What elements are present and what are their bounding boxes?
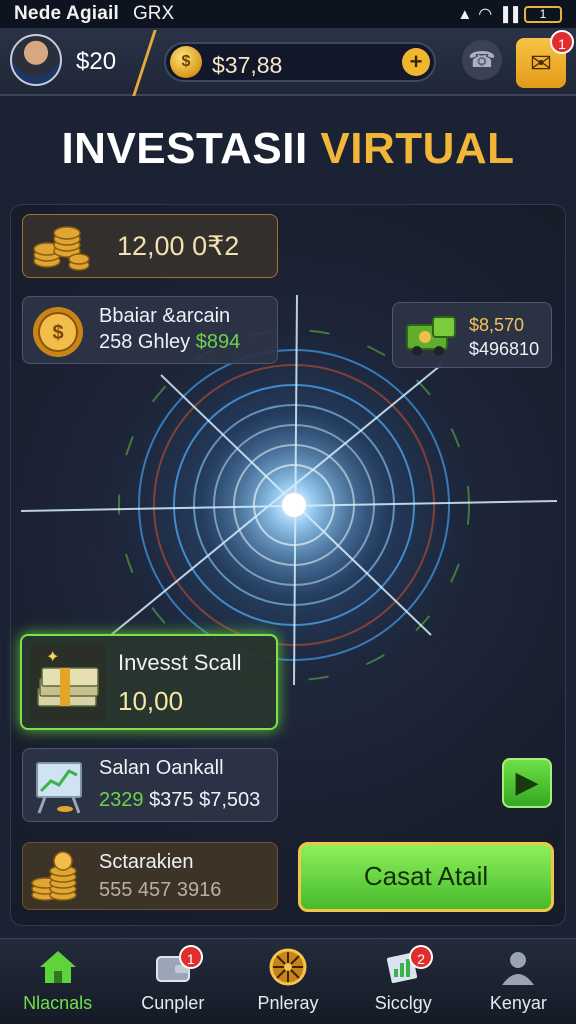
avatar[interactable]	[10, 34, 62, 86]
salary-card[interactable]: Salan Oankall 2329 $375 $7,503	[22, 748, 278, 822]
nav-item-wheel[interactable]: Pnleray	[230, 939, 345, 1024]
tracker-title: Sctarakien	[99, 851, 194, 873]
gold-medal-icon: $	[33, 307, 83, 357]
coins-amount: 12,00 0₹2	[117, 231, 240, 261]
nav-item-profile[interactable]: Kenyar	[461, 939, 576, 1024]
add-coins-button[interactable]: +	[402, 48, 430, 76]
profile-icon	[502, 952, 535, 985]
mail-icon: ✉	[530, 48, 552, 78]
bazaar-value: $894	[195, 331, 241, 353]
truck-value-1: $8,570	[469, 315, 525, 335]
bazaar-details: 258 Ghley $894	[99, 331, 240, 354]
title-part-2: VIRTUAL	[320, 124, 515, 173]
tracker-card[interactable]: Sctarakien 555 457 3916	[22, 842, 278, 910]
cta-button[interactable]: Casat Atail	[298, 842, 554, 912]
nav-label-profile: Kenyar	[489, 993, 547, 1013]
nav-badge-chart: 2	[409, 945, 434, 969]
invest-amount: 10,00	[118, 686, 184, 716]
truck-card[interactable]: $8,570 $496810	[392, 302, 552, 368]
nav-label-wheel: Pnleray	[257, 993, 319, 1013]
network-label: GRX	[132, 3, 175, 24]
nav-badge-wallet: 1	[178, 945, 203, 969]
nav-label-chart: Sicclgy	[374, 993, 432, 1013]
svg-text:$: $	[52, 322, 63, 344]
money-truck-icon	[406, 316, 456, 356]
cash-stack-icon: ✦	[30, 644, 106, 722]
salary-details: 2329 $375 $7,503	[99, 789, 260, 812]
invest-card[interactable]: ✦ Invesst Scall 10,00	[20, 634, 278, 730]
top-bar: $20 $ $37,88 + ☎ ✉ 1	[0, 28, 576, 96]
coins-card[interactable]: 12,00 0₹2	[22, 214, 278, 278]
coin-balance-pill[interactable]: $ $37,88 +	[164, 42, 436, 82]
coin-balance: $37,88	[212, 52, 283, 78]
nav-label-wallet: Cunpler	[141, 993, 205, 1013]
carrier-label: Nede Agiail	[14, 3, 119, 24]
salary-value-a: 2329	[99, 789, 144, 811]
mail-badge: 1	[550, 30, 574, 54]
bazaar-count: 258 Ghley	[99, 331, 191, 353]
gold-coins-icon	[31, 851, 77, 901]
battery-icon: 1	[524, 5, 562, 23]
battery-level: 1	[539, 6, 547, 21]
nav-label-home: Nlacnals	[23, 993, 93, 1013]
chart-monitor-icon	[36, 762, 82, 814]
coin-icon: $	[170, 46, 202, 78]
tracker-value: 555 457 3916	[99, 879, 222, 901]
bottom-nav: Nlacnals 1 Cunpler Pnleray 2 Sicclgy Ken…	[0, 938, 576, 1024]
nav-item-chart[interactable]: 2 Sicclgy	[346, 939, 461, 1024]
salary-title: Salan Oankall	[99, 757, 224, 779]
next-arrow-button[interactable]: ▶	[502, 758, 552, 808]
bazaar-title: Bbaiar &arcain	[99, 305, 231, 327]
wheel-icon	[269, 948, 307, 986]
mail-button[interactable]: ✉ 1	[516, 30, 574, 88]
title-part-1: INVESTASII	[61, 124, 308, 173]
phone-icon[interactable]: ☎	[462, 40, 502, 80]
signal-icon: ▐▐	[498, 6, 518, 22]
bazaar-card[interactable]: $ Bbaiar &arcain 258 Ghley $894	[22, 296, 278, 364]
play-arrow-icon: ▶	[515, 766, 539, 799]
svg-text:✦: ✦	[46, 647, 59, 666]
status-bar: Nede Agiail GRX ▲ ◠ ▐▐ 1	[0, 0, 576, 28]
truck-value-2: $496810	[469, 339, 540, 359]
notification-icon: ▲	[457, 5, 473, 23]
coin-stack-icon	[33, 226, 90, 271]
wifi-icon: ◠	[478, 6, 493, 23]
header-divider	[132, 30, 157, 96]
nav-item-wallet[interactable]: 1 Cunpler	[115, 939, 230, 1024]
home-icon	[39, 951, 76, 983]
salary-value-b: $375 $7,503	[149, 789, 261, 811]
page-title: INVESTASII VIRTUAL	[0, 124, 576, 174]
invest-label: Invesst Scall	[118, 650, 242, 675]
user-balance: $20	[76, 48, 117, 75]
nav-item-home[interactable]: Nlacnals	[0, 939, 115, 1024]
